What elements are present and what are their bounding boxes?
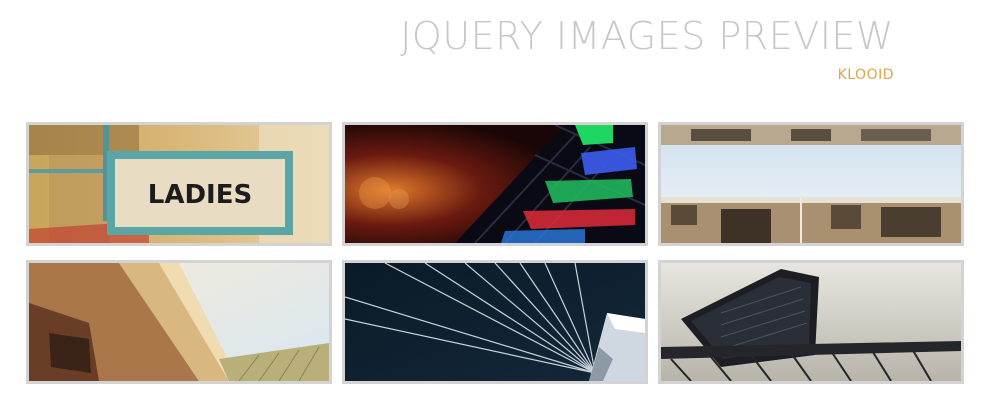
sign-text: LADIES	[148, 180, 252, 210]
gallery-thumbnail-building-underside[interactable]	[658, 122, 964, 246]
page-header: JQUERY IMAGES PREVIEW KLOOID	[400, 14, 894, 84]
gallery-thumbnail-wooden-building[interactable]	[26, 260, 332, 384]
wooden-building-image	[29, 263, 329, 381]
neon-building-image	[345, 125, 645, 243]
ladies-sign-image: LADIES	[29, 125, 329, 243]
page-subtitle[interactable]: KLOOID	[400, 66, 894, 84]
building-underside-image	[661, 125, 961, 243]
gallery-thumbnail-dark-tower[interactable]	[658, 260, 964, 384]
gallery-thumbnail-neon-building[interactable]	[342, 122, 648, 246]
gallery-thumbnail-bridge-cables[interactable]	[342, 260, 648, 384]
gallery-thumbnail-ladies-sign[interactable]: LADIES	[26, 122, 332, 246]
bridge-cables-image	[345, 263, 645, 381]
page-title: JQUERY IMAGES PREVIEW	[400, 14, 894, 58]
dark-tower-image	[661, 263, 961, 381]
image-gallery: LADIES	[26, 122, 964, 386]
